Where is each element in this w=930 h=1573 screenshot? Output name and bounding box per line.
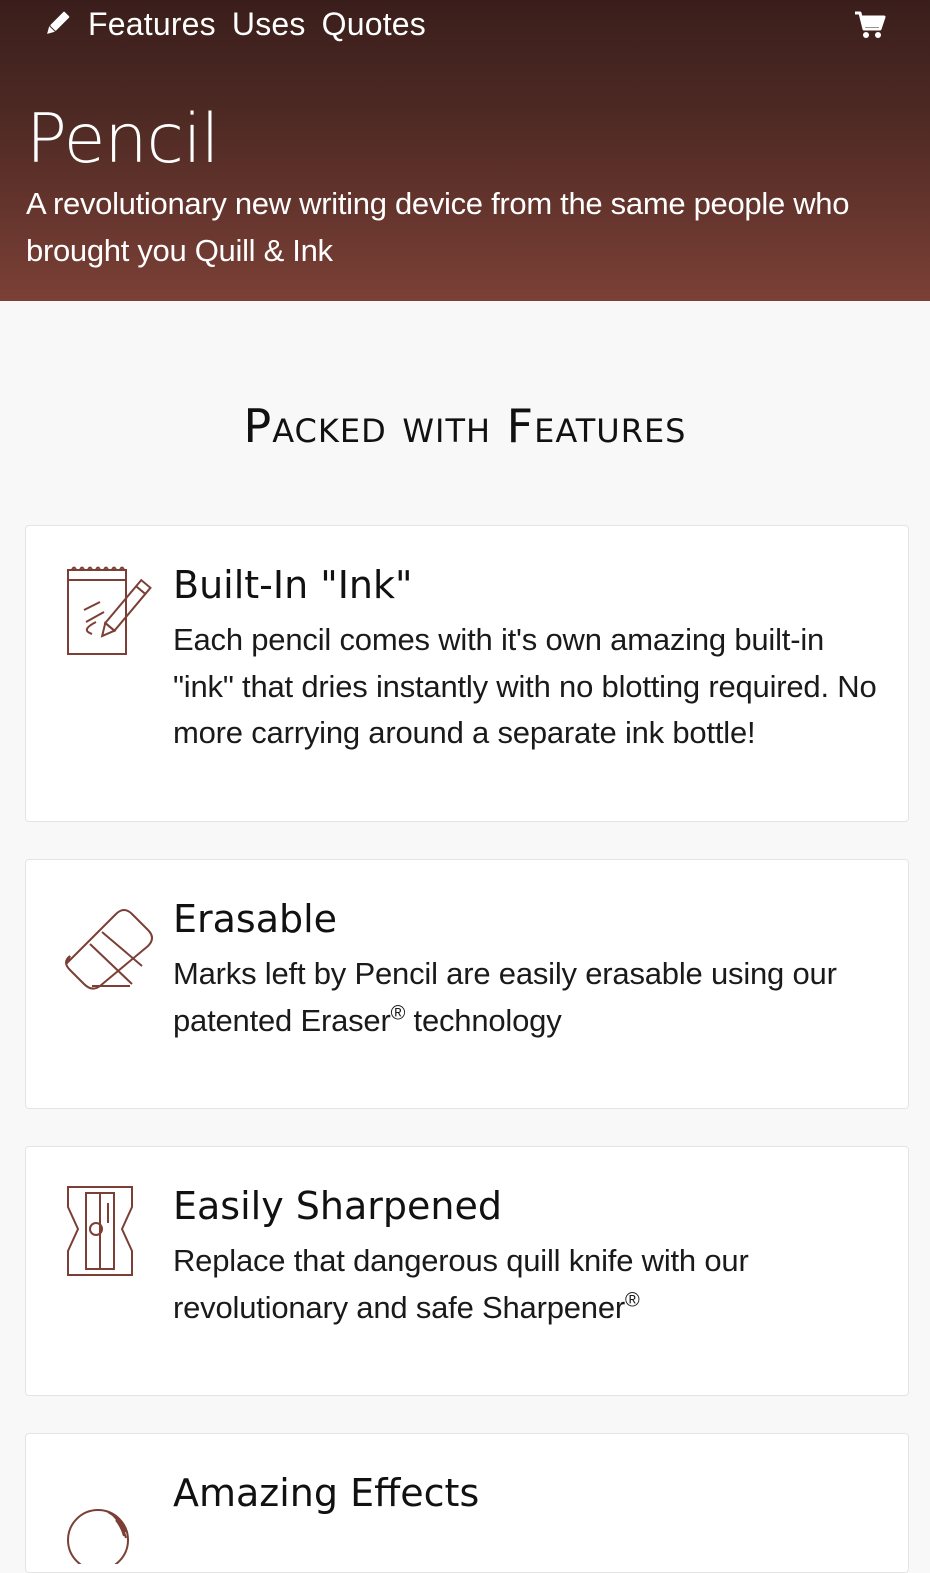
shopping-cart-icon[interactable]: [854, 10, 886, 40]
page-subtitle: A revolutionary new writing device from …: [26, 186, 850, 268]
feature-title: Amazing Effects: [173, 1471, 480, 1515]
feature-card-erasable: Erasable Marks left by Pencil are easily…: [25, 859, 909, 1109]
feature-description: Marks left by Pencil are easily erasable…: [173, 951, 883, 1044]
feature-title: Built-In "Ink": [173, 563, 413, 607]
nav-link-features[interactable]: Features: [88, 4, 216, 44]
nav-links: Features Uses Quotes: [88, 4, 426, 44]
registered-mark: ®: [625, 1289, 640, 1312]
top-nav: Features Uses Quotes: [0, 0, 930, 50]
feature-card-sharpened: Easily Sharpened Replace that dangerous …: [25, 1146, 909, 1396]
features-heading: Packed with Features: [243, 399, 687, 453]
feature-card-ink: Built-In "Ink" Each pencil comes with it…: [25, 525, 909, 822]
sphere-icon: [62, 1470, 156, 1564]
hero-header: Features Uses Quotes Pencil A revolution…: [0, 0, 930, 301]
pencil-logo-icon[interactable]: [42, 9, 72, 39]
nav-link-uses[interactable]: Uses: [232, 4, 306, 44]
feature-title: Erasable: [173, 897, 338, 941]
eraser-icon: [62, 896, 156, 990]
feature-description-text: technology: [405, 1002, 562, 1038]
registered-mark: ®: [390, 1002, 406, 1025]
feature-card-effects: Amazing Effects: [25, 1433, 909, 1573]
feature-description-text: Replace that dangerous quill knife with …: [173, 1243, 749, 1325]
sharpener-icon: [62, 1183, 156, 1277]
page-title: Pencil: [26, 100, 220, 179]
feature-description: Replace that dangerous quill knife with …: [173, 1238, 883, 1331]
feature-title: Easily Sharpened: [173, 1184, 502, 1228]
nav-link-quotes[interactable]: Quotes: [322, 4, 426, 44]
notepad-pencil-icon: [62, 562, 156, 656]
feature-description: Each pencil comes with it's own amazing …: [173, 622, 877, 750]
